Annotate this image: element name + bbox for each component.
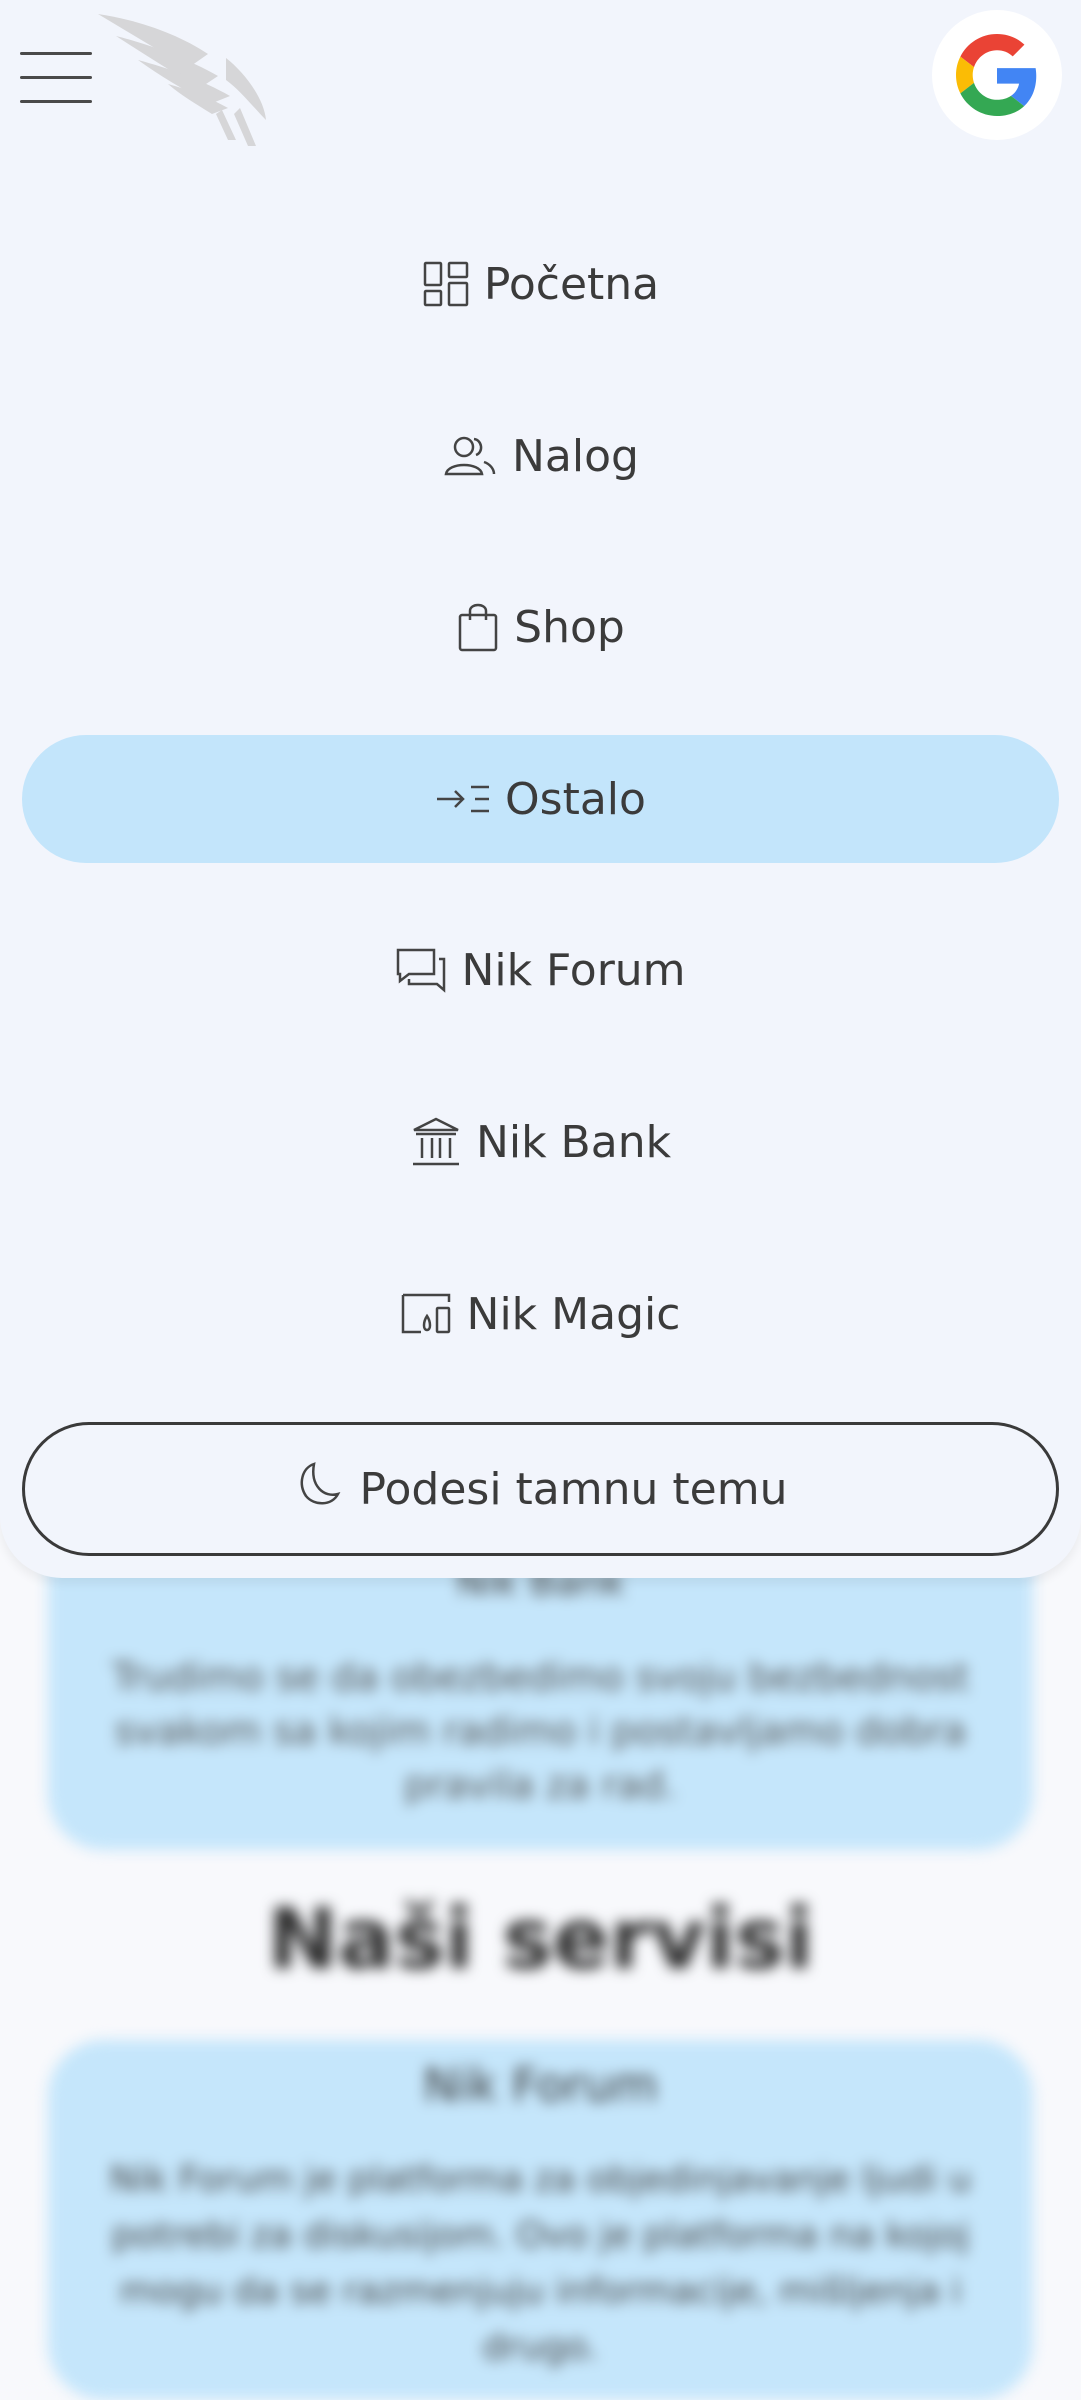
dark-theme-button[interactable]: Podesi tamnu temu [22,1422,1059,1556]
nav-item-shop[interactable]: Shop [22,563,1059,691]
nav-item-label: Nik Magic [466,1288,681,1340]
dashboard-icon [422,260,470,308]
nav-item-nik-magic[interactable]: Nik Magic [22,1250,1059,1378]
nav-item-nik-bank[interactable]: Nik Bank [22,1078,1059,1206]
wing-logo-icon [98,14,266,146]
info-card-text: Trudimo se da obezbedimo svoju bezbednos… [111,1655,970,1807]
service-card-text: Nik Forum je platforma za objedinjavanje… [109,2159,972,2368]
nav-item-label: Početna [483,258,660,310]
shopping-bag-icon [456,601,500,653]
menu-line [20,76,92,79]
google-signin-button[interactable] [932,10,1062,140]
menu-line [20,52,92,55]
devices-icon [401,1292,453,1336]
section-title: Naši servisi [267,1890,814,1988]
bank-icon [410,1116,462,1168]
arrow-list-icon [435,779,491,819]
theme-button-label: Podesi tamnu temu [359,1463,788,1515]
nav-item-label: Shop [514,601,625,653]
nav-item-ostalo[interactable]: Ostalo [22,735,1059,863]
menu-line [20,100,92,103]
service-card: Nik Forum Nik Forum je platforma za obje… [48,2040,1033,2400]
users-icon [442,432,498,480]
menu-toggle-button[interactable] [20,52,92,104]
nav-item-label: Nalog [512,430,639,482]
nav-item-label: Nik Bank [475,1116,672,1168]
nav-item-label: Nik Forum [461,944,686,996]
nav-item-pocetna[interactable]: Početna [22,220,1059,348]
google-icon [956,34,1037,116]
nav-drawer: Početna Nalog Shop Ostalo Nik Forum Nik … [0,0,1081,1578]
nav-item-nalog[interactable]: Nalog [22,392,1059,520]
moon-icon [294,1460,342,1519]
nav-item-label: Ostalo [505,773,646,825]
chat-icon [395,947,447,993]
service-card-title: Nik Forum [423,2058,658,2112]
nav-item-nik-forum[interactable]: Nik Forum [22,906,1059,1034]
